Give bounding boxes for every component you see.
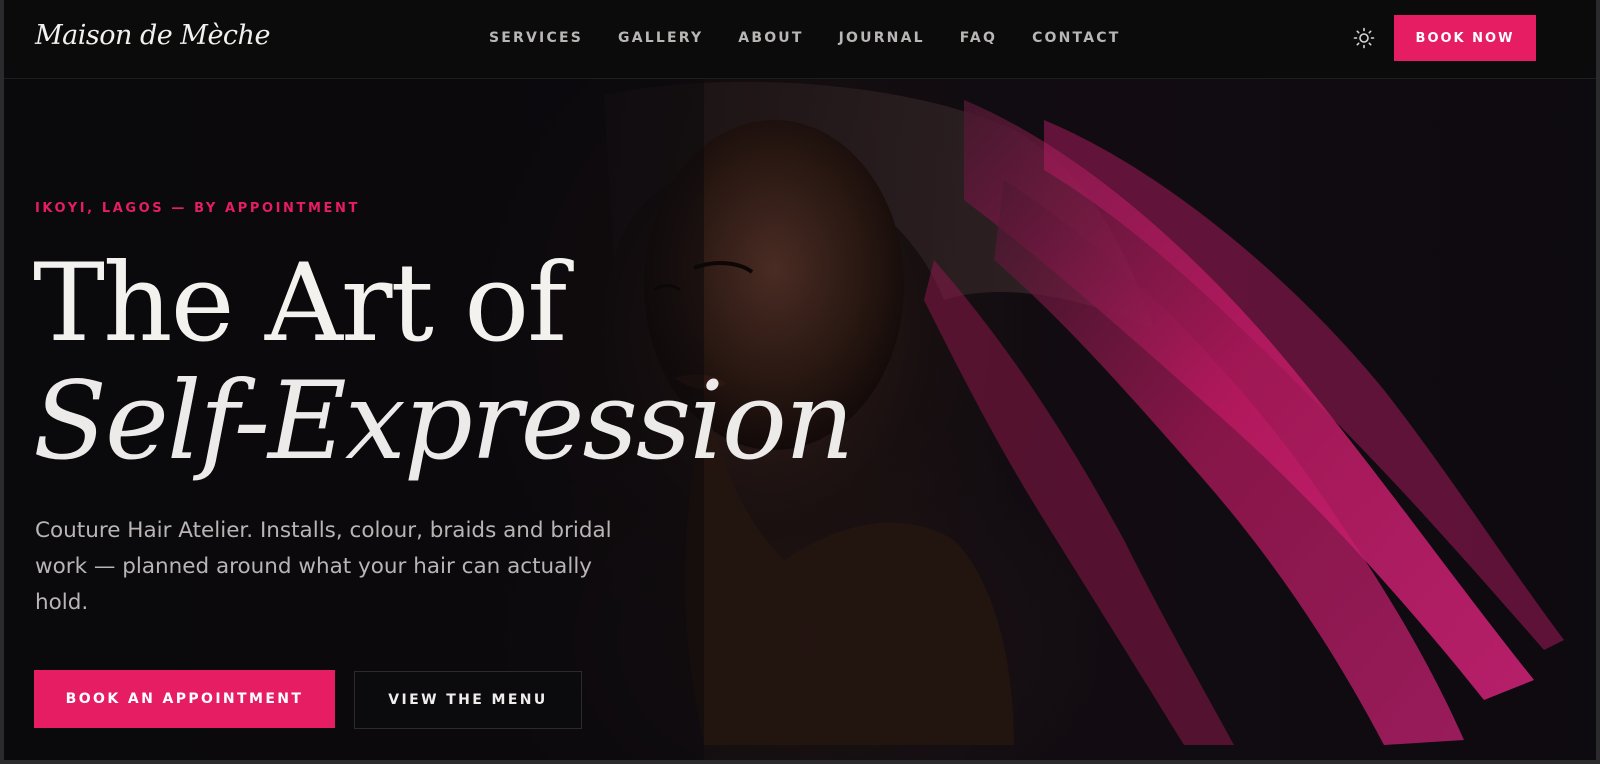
page-window: Maison de Mèche SERVICES GALLERY ABOUT J… xyxy=(4,0,1596,760)
headline-line-1: The Art of xyxy=(33,241,567,366)
nav-link-gallery[interactable]: GALLERY xyxy=(618,30,703,46)
book-appointment-button[interactable]: BOOK AN APPOINTMENT xyxy=(34,670,335,728)
top-navigation: Maison de Mèche SERVICES GALLERY ABOUT J… xyxy=(4,0,1596,79)
nav-link-services[interactable]: SERVICES xyxy=(489,30,583,46)
nav-link-about[interactable]: ABOUT xyxy=(738,30,803,46)
nav-links: SERVICES GALLERY ABOUT JOURNAL FAQ CONTA… xyxy=(489,30,1155,46)
nav-link-journal[interactable]: JOURNAL xyxy=(839,30,925,46)
hero-eyebrow: IKOYI, LAGOS — BY APPOINTMENT xyxy=(35,201,360,216)
brand-logo[interactable]: Maison de Mèche xyxy=(35,20,270,51)
sun-icon[interactable] xyxy=(1353,27,1375,49)
hero-headline: The Art of Self-Expression xyxy=(33,241,854,484)
nav-link-faq[interactable]: FAQ xyxy=(960,30,997,46)
book-now-button[interactable]: BOOK NOW xyxy=(1394,15,1536,61)
headline-line-2: Self-Expression xyxy=(33,359,854,484)
nav-link-contact[interactable]: CONTACT xyxy=(1032,30,1120,46)
hero-subtext: Couture Hair Atelier. Installs, colour, … xyxy=(35,518,612,615)
view-menu-button[interactable]: VIEW THE MENU xyxy=(354,671,582,729)
